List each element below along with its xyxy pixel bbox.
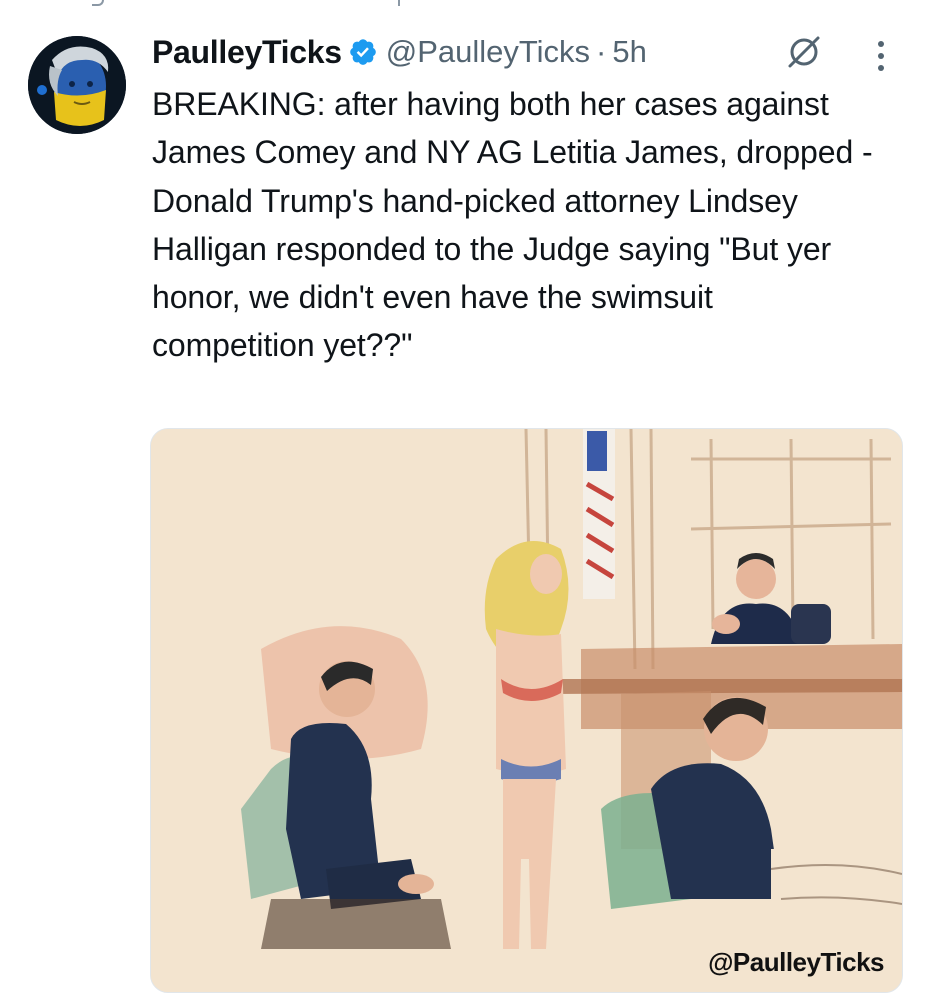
display-name[interactable]: PaulleyTicks (152, 34, 342, 71)
courtroom-sketch (151, 429, 902, 992)
separator-dot: · (596, 34, 607, 69)
tweet-media-image[interactable]: @PaulleyTicks (150, 428, 903, 993)
handle[interactable]: @PaulleyTicks (386, 34, 590, 70)
avatar[interactable] (28, 36, 126, 134)
reply-icon-fragment (92, 0, 104, 6)
avatar-image (28, 36, 126, 134)
verified-badge-icon (349, 39, 376, 65)
divider-fragment (398, 0, 400, 6)
tweet-text: BREAKING: after having both her cases ag… (152, 86, 873, 364)
image-watermark: @PaulleyTicks (708, 947, 884, 977)
previous-tweet-fragment (0, 0, 931, 10)
timestamp[interactable]: 5h (612, 34, 646, 70)
grok-icon[interactable] (786, 34, 822, 70)
more-options-icon[interactable] (870, 38, 892, 74)
tweet-header: PaulleyTicks @PaulleyTicks · 5h (152, 30, 647, 74)
